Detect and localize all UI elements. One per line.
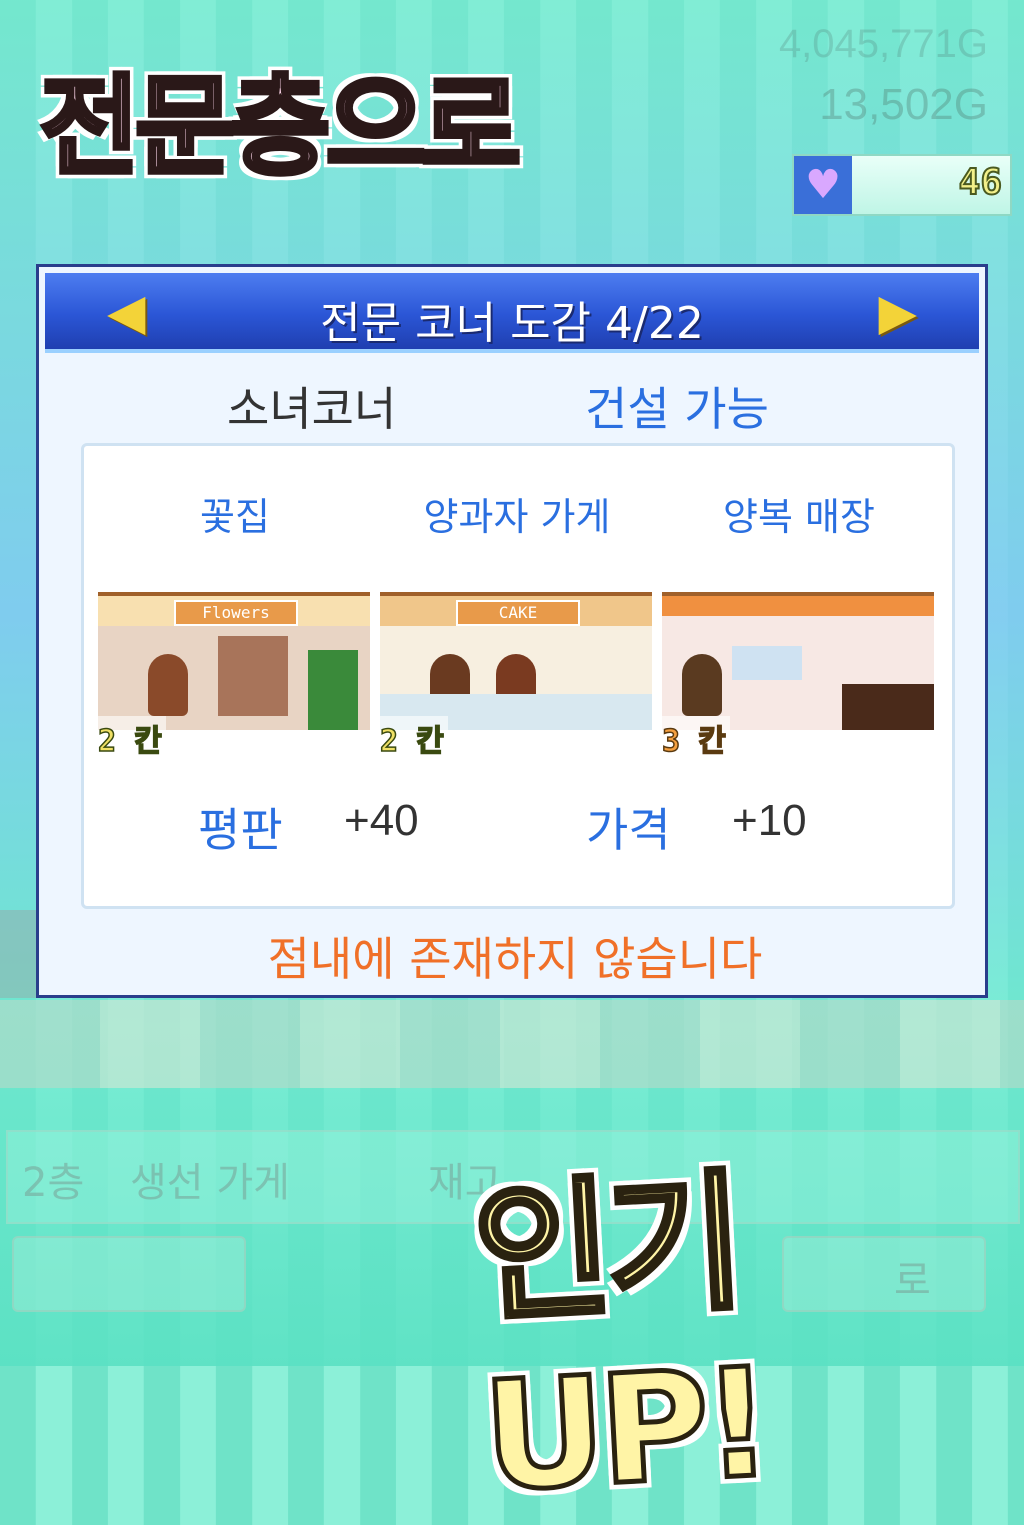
size-badge: 2 칸 xyxy=(376,716,448,760)
heart-icon: ♥ xyxy=(794,156,852,214)
corner-name: 소녀코너 xyxy=(227,382,397,436)
register xyxy=(732,646,802,680)
stat-label-price: 가격 xyxy=(586,803,671,857)
flower-shop-sign: Flowers xyxy=(174,600,298,626)
shop-shelf xyxy=(218,636,288,716)
clerk-figure xyxy=(682,654,722,716)
store-label-cake: 양과자 가게 xyxy=(423,495,611,539)
gold-faded-top: 4,045,771G xyxy=(778,22,988,66)
stat-value-reputation: +40 xyxy=(344,796,419,845)
plant-decor xyxy=(308,650,358,730)
flower-shop-image: Flowers xyxy=(98,592,370,730)
promo-tagline: 인기 UP! xyxy=(467,1153,772,1525)
clothing-shop-image xyxy=(662,592,934,730)
bg-shop-label: 생선 가게 xyxy=(130,1160,290,1206)
next-arrow-icon[interactable]: ▶ xyxy=(879,283,917,341)
stat-value-price: +10 xyxy=(732,796,807,845)
gold-counter: 13,502G xyxy=(819,80,988,129)
build-status: 건설 가능 xyxy=(585,382,769,436)
promo-headline: 전문층으로 xyxy=(38,63,524,193)
bg-floor-label: 2층 xyxy=(22,1160,85,1206)
bg-building-edge xyxy=(0,910,40,998)
clerk-figure xyxy=(148,654,188,716)
bg-button-left xyxy=(12,1236,246,1312)
store-label-clothing: 양복 매장 xyxy=(723,495,875,539)
not-in-store-notice: 점내에 존재하지 않습니다 xyxy=(267,932,763,986)
catalog-dialog: ◀ 전문 코너 도감 4/22 ▶ 소녀코너 건설 가능 꽃집 양과자 가게 양… xyxy=(36,264,988,998)
dialog-header: ◀ 전문 코너 도감 4/22 ▶ xyxy=(45,273,979,353)
cake-shop-sign: CAKE xyxy=(456,600,580,626)
heart-count: 46 xyxy=(958,161,1003,204)
store-panel: 꽃집 양과자 가게 양복 매장 Flowers CAKE 2 칸 2 칸 3 칸… xyxy=(81,443,955,909)
store-label-flower: 꽃집 xyxy=(200,495,270,539)
size-badge: 3 칸 xyxy=(658,716,730,760)
dialog-title: 전문 코너 도감 4/22 xyxy=(320,298,704,349)
cake-shop-image: CAKE xyxy=(380,592,652,730)
stat-label-reputation: 평판 xyxy=(198,803,283,857)
bg-shop-floor xyxy=(0,1000,1024,1088)
size-badge: 2 칸 xyxy=(94,716,166,760)
heart-counter: ♥ 46 xyxy=(792,154,1012,216)
clothes-rack xyxy=(842,684,934,730)
